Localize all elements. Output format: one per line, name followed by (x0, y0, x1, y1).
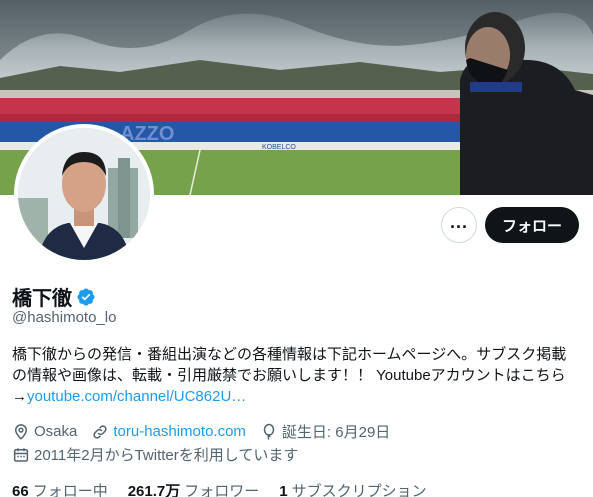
subscriptions-count: 1 (279, 483, 288, 497)
followers-count: 261.7万 (127, 483, 181, 497)
more-icon: ... (449, 212, 468, 232)
location-pin-icon (14, 423, 28, 440)
link-icon (93, 424, 107, 439)
bio-youtube-link[interactable]: youtube.com/channel/UC862U… (27, 388, 246, 405)
joined-item: 2011年2月からTwitterを利用しています (12, 444, 298, 465)
profile-stats: 66 フォロー中 261.7万 フォロワー 1 サブスクリプション (12, 480, 447, 497)
bio-line: の情報や画像は、転載・引用厳禁でお願いします！！ Youtubeアカウントはこち… (12, 367, 566, 384)
website-link[interactable]: toru-hashimoto.com (113, 423, 246, 440)
balloon-icon (263, 423, 275, 440)
calendar-icon (13, 447, 29, 462)
profile-avatar[interactable] (14, 124, 154, 264)
followers-label: フォロワー (184, 483, 260, 497)
joined-text: 2011年2月からTwitterを利用しています (34, 447, 299, 464)
birthday-text: 誕生日: 6月29日 (281, 424, 391, 441)
birthday-item: 誕生日: 6月29日 (260, 421, 390, 442)
profile-meta: Osaka toru-hashimoto.com 誕生日: 6月29日 (12, 421, 404, 442)
display-name: 橋下徹 (12, 288, 72, 310)
website-item: toru-hashimoto.com (91, 423, 246, 441)
location-item: Osaka (12, 423, 77, 441)
following-label: フォロー中 (32, 483, 108, 497)
following-count: 66 (12, 483, 29, 497)
bio-link-line: →youtube.com/channel/UC862U… (12, 386, 584, 407)
following-stat[interactable]: 66 フォロー中 (12, 480, 108, 497)
follow-button[interactable]: フォロー (485, 207, 579, 243)
profile-bio: 橋下徹からの発信・番組出演などの各種情報は下記ホームページへ。サブスク掲載 の情… (12, 344, 584, 407)
bio-line: 橋下徹からの発信・番組出演などの各種情報は下記ホームページへ。サブスク掲載 (12, 346, 567, 363)
profile-meta-joined: 2011年2月からTwitterを利用しています (12, 444, 312, 465)
subscriptions-label: サブスクリプション (291, 483, 427, 497)
profile-handle: @hashimoto_lo (12, 309, 117, 326)
subscriptions-stat[interactable]: 1 サブスクリプション (279, 480, 426, 497)
location-text: Osaka (34, 423, 78, 440)
verified-badge-icon[interactable] (76, 287, 96, 307)
avatar-image (18, 128, 150, 260)
more-options-button[interactable]: ... (441, 207, 477, 243)
followers-stat[interactable]: 261.7万 フォロワー (128, 480, 260, 497)
banner-sponsor-text: KOBELCO (262, 144, 296, 151)
bio-arrow: → (12, 388, 27, 405)
profile-name-row: 橋下徹 (12, 282, 96, 311)
